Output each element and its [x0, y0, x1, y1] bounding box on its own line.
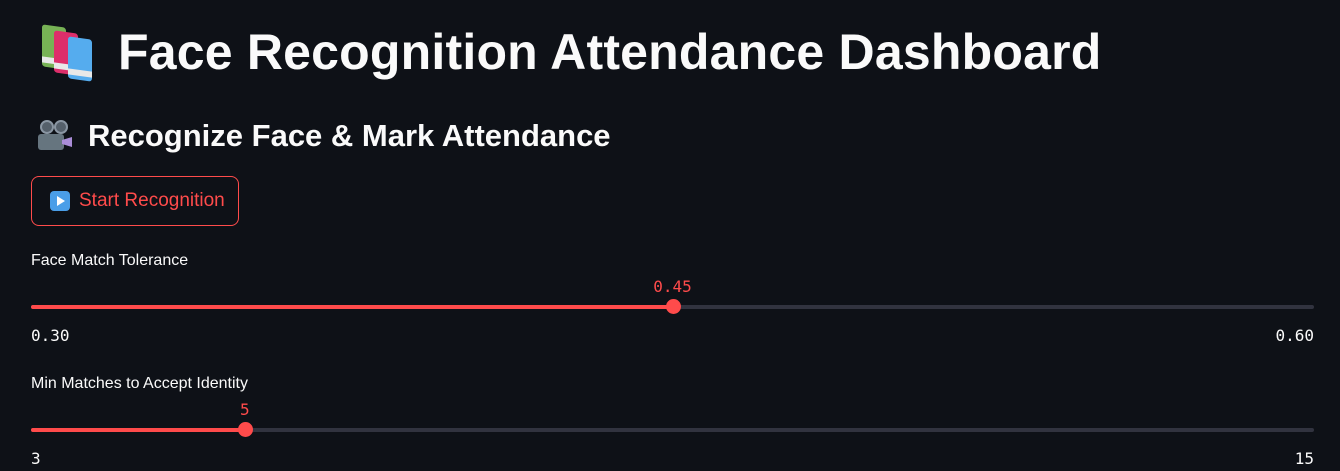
- start-recognition-button[interactable]: Start Recognition: [31, 176, 239, 226]
- tolerance-slider-label: Face Match Tolerance: [31, 252, 189, 269]
- tolerance-slider-value: 0.45: [653, 277, 692, 296]
- min-matches-slider-thumb[interactable]: [237, 422, 253, 437]
- tolerance-slider-thumb[interactable]: [665, 299, 681, 314]
- min-matches-slider-max: 15: [1294, 449, 1314, 468]
- page-header: Face Recognition Attendance Dashboard: [38, 22, 1101, 82]
- min-matches-slider-value: 5: [240, 400, 250, 419]
- section-subheader: Recognize Face & Mark Attendance: [88, 118, 611, 153]
- min-matches-slider-label: Min Matches to Accept Identity: [31, 375, 248, 392]
- min-matches-slider-min: 3: [31, 449, 41, 468]
- movie-camera-icon: [36, 120, 74, 152]
- start-recognition-label: Start Recognition: [79, 190, 225, 211]
- tolerance-slider-track[interactable]: [31, 299, 1314, 314]
- section-header: Recognize Face & Mark Attendance: [36, 114, 611, 158]
- min-matches-slider-track[interactable]: [31, 422, 1314, 437]
- play-button-icon: [50, 191, 70, 211]
- app-container: Face Recognition Attendance Dashboard Re…: [0, 0, 1340, 471]
- tolerance-slider-min: 0.30: [31, 326, 70, 345]
- page-title: Face Recognition Attendance Dashboard: [118, 24, 1102, 80]
- books-icon: [38, 24, 100, 82]
- tolerance-slider-max: 0.60: [1275, 326, 1314, 345]
- tolerance-slider-fill: [31, 305, 673, 309]
- min-matches-slider-fill: [31, 428, 245, 432]
